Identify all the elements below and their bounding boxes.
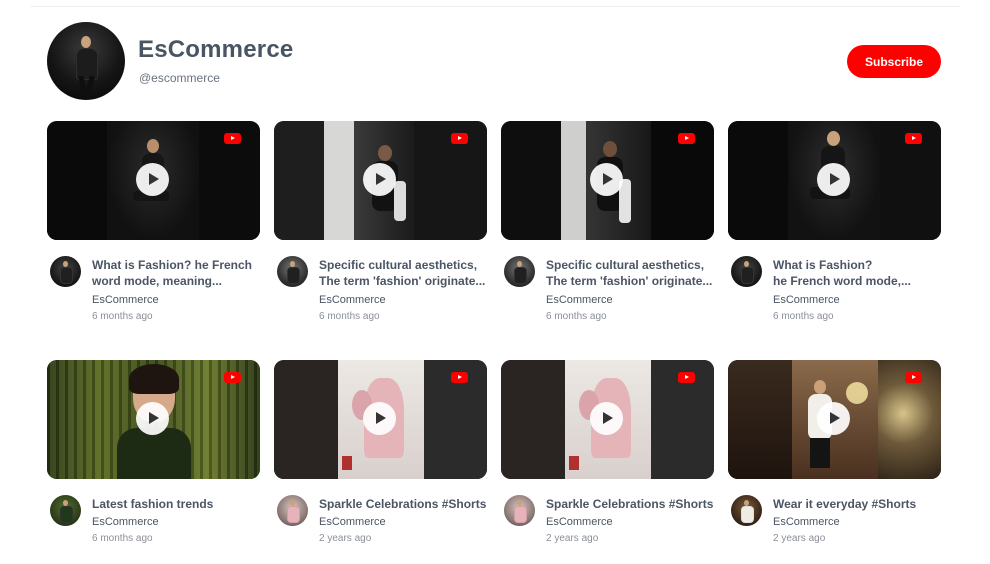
video-card[interactable]: Sparkle Celebrations #Shorts EsCommerce … (501, 360, 714, 564)
video-channel[interactable]: EsCommerce (773, 516, 840, 528)
video-thumbnail[interactable] (501, 360, 714, 479)
channel-mini-avatar[interactable] (731, 256, 762, 287)
channel-mini-avatar[interactable] (504, 495, 535, 526)
video-age: 6 months ago (92, 311, 153, 322)
youtube-logo-icon (678, 372, 695, 383)
video-thumbnail[interactable] (274, 121, 487, 240)
video-age: 6 months ago (92, 533, 153, 544)
video-title[interactable]: Specific cultural aesthetics, The term '… (546, 257, 714, 289)
video-card[interactable]: What is Fashion? he French word mode, me… (47, 121, 260, 325)
video-title[interactable]: Sparkle Celebrations #Shorts (319, 496, 487, 512)
video-card[interactable]: Specific cultural aesthetics, The term '… (274, 121, 487, 325)
channel-mini-avatar[interactable] (50, 256, 81, 287)
video-card[interactable]: Sparkle Celebrations #Shorts EsCommerce … (274, 360, 487, 564)
video-thumbnail[interactable] (47, 360, 260, 479)
video-age: 2 years ago (319, 533, 372, 544)
video-title[interactable]: Latest fashion trends (92, 496, 260, 512)
play-icon[interactable] (136, 163, 169, 196)
video-title[interactable]: Specific cultural aesthetics, The term '… (319, 257, 487, 289)
video-age: 2 years ago (546, 533, 599, 544)
youtube-logo-icon (224, 372, 241, 383)
video-channel[interactable]: EsCommerce (546, 516, 613, 528)
top-divider (30, 6, 960, 7)
play-icon[interactable] (136, 402, 169, 435)
channel-name: EsCommerce (138, 36, 294, 63)
video-thumbnail[interactable] (274, 360, 487, 479)
youtube-logo-icon (905, 133, 922, 144)
youtube-logo-icon (905, 372, 922, 383)
play-icon[interactable] (590, 163, 623, 196)
video-thumbnail[interactable] (501, 121, 714, 240)
video-channel[interactable]: EsCommerce (92, 516, 159, 528)
video-title[interactable]: What is Fashion? he French word mode, me… (92, 257, 260, 289)
video-channel[interactable]: EsCommerce (319, 294, 386, 306)
video-channel[interactable]: EsCommerce (319, 516, 386, 528)
play-icon[interactable] (817, 163, 850, 196)
video-age: 6 months ago (773, 311, 834, 322)
channel-mini-avatar[interactable] (277, 495, 308, 526)
video-thumbnail[interactable] (728, 360, 941, 479)
video-title[interactable]: Sparkle Celebrations #Shorts (546, 496, 714, 512)
video-thumbnail[interactable] (47, 121, 260, 240)
channel-mini-avatar[interactable] (504, 256, 535, 287)
youtube-logo-icon (678, 133, 695, 144)
video-age: 6 months ago (546, 311, 607, 322)
channel-mini-avatar[interactable] (731, 495, 762, 526)
video-card[interactable]: Wear it everyday #Shorts EsCommerce 2 ye… (728, 360, 941, 564)
video-thumbnail[interactable] (728, 121, 941, 240)
channel-mini-avatar[interactable] (277, 256, 308, 287)
channel-handle: @escommerce (139, 71, 220, 85)
video-title[interactable]: Wear it everyday #Shorts (773, 496, 941, 512)
video-age: 6 months ago (319, 311, 380, 322)
video-age: 2 years ago (773, 533, 826, 544)
video-channel[interactable]: EsCommerce (546, 294, 613, 306)
video-card[interactable]: Latest fashion trends EsCommerce 6 month… (47, 360, 260, 564)
video-channel[interactable]: EsCommerce (92, 294, 159, 306)
play-icon[interactable] (817, 402, 850, 435)
youtube-logo-icon (224, 133, 241, 144)
youtube-logo-icon (451, 133, 468, 144)
video-title[interactable]: What is Fashion? he French word mode,... (773, 257, 941, 289)
video-channel[interactable]: EsCommerce (773, 294, 840, 306)
play-icon[interactable] (590, 402, 623, 435)
subscribe-button[interactable]: Subscribe (847, 45, 941, 78)
play-icon[interactable] (363, 402, 396, 435)
channel-mini-avatar[interactable] (50, 495, 81, 526)
video-card[interactable]: Specific cultural aesthetics, The term '… (501, 121, 714, 325)
channel-avatar[interactable] (47, 22, 125, 100)
video-card[interactable]: What is Fashion? he French word mode,...… (728, 121, 941, 325)
youtube-logo-icon (451, 372, 468, 383)
play-icon[interactable] (363, 163, 396, 196)
